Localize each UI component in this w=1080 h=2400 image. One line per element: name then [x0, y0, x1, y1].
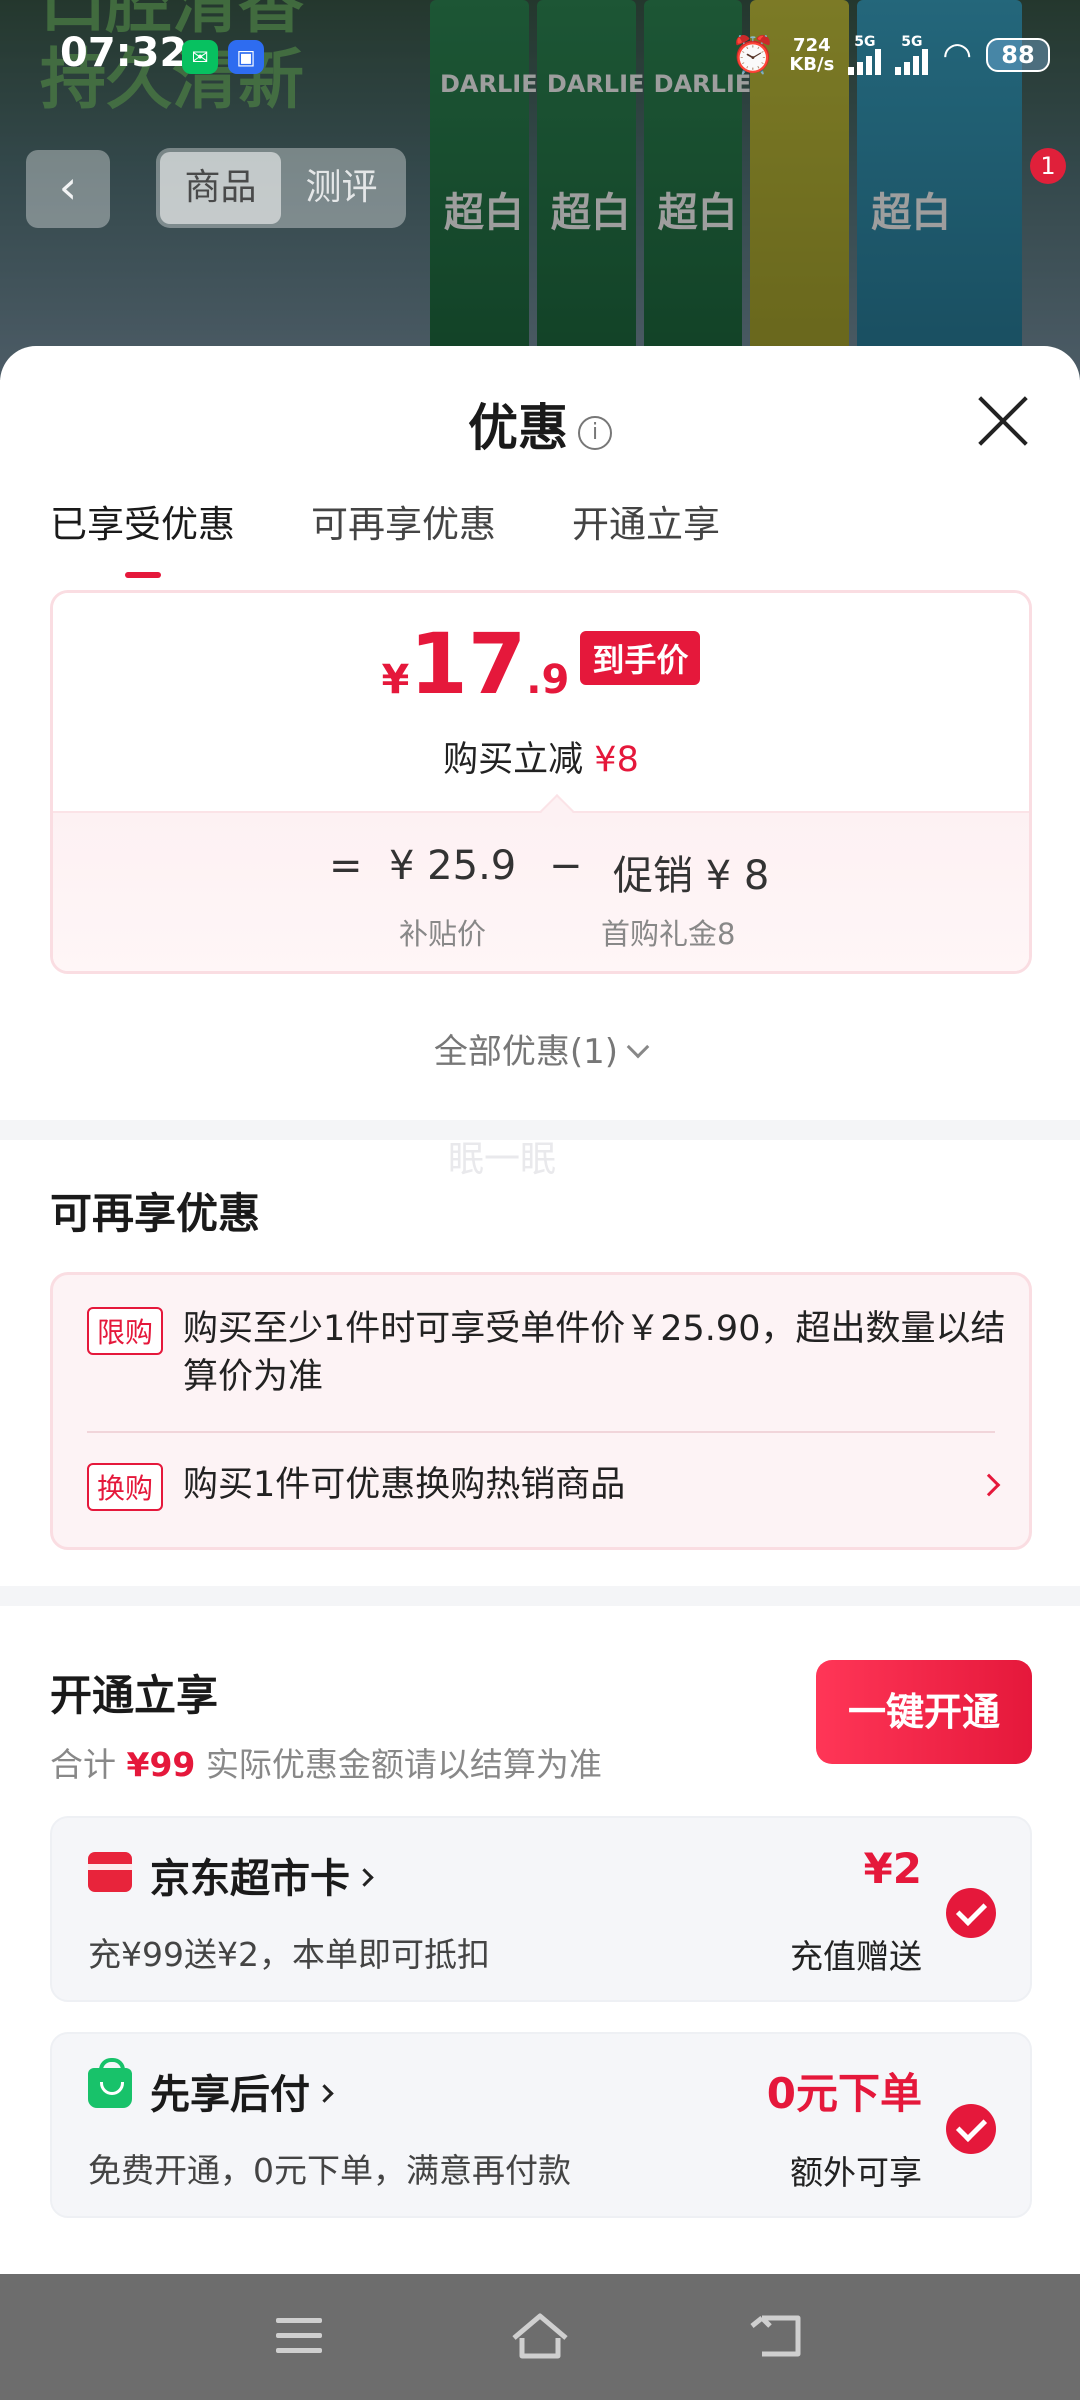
sheet-title: 优惠 i	[0, 388, 1080, 460]
offer-tag: 换购	[87, 1463, 164, 1511]
supermarket-card-offer[interactable]: 京东超市卡 充¥99送¥2，本单即可抵扣 ¥2 充值赠送	[50, 1816, 1032, 2002]
subsidy-label: 补贴价	[399, 917, 487, 951]
offer-item-exchange[interactable]: 换购 购买1件可优惠换购热销商品	[87, 1461, 1007, 1511]
more-offers-title: 可再享优惠	[50, 1189, 261, 1238]
status-time: 07:32	[60, 30, 188, 76]
offer-item: 限购 购买至少1件时可享受单件价￥25.90，超出数量以结算价为准	[87, 1305, 1007, 1401]
minus-sign: −	[549, 843, 583, 889]
chevron-right-icon	[355, 1868, 374, 1887]
one-click-open-button[interactable]: 一键开通	[816, 1660, 1032, 1764]
shopping-bag-icon	[88, 2058, 132, 2108]
all-coupons-toggle[interactable]: 全部优惠(1)	[0, 1024, 1080, 1073]
pay-later-offer[interactable]: 先享后付 免费开通，0元下单，满意再付款 0元下单 额外可享	[50, 2032, 1032, 2218]
offer-name: 先享后付	[150, 2062, 334, 2120]
notification-badge: 1	[1030, 148, 1066, 184]
more-offers-box: 限购 购买至少1件时可享受单件价￥25.90，超出数量以结算价为准 换购 购买1…	[50, 1272, 1032, 1550]
offer-desc: 充¥99送¥2，本单即可抵扣	[88, 1935, 490, 1974]
home-icon[interactable]	[508, 2304, 572, 2368]
offer-name: 京东超市卡	[150, 1846, 374, 1904]
battery-icon: 88	[986, 38, 1050, 72]
offer-value: ¥2	[863, 1844, 922, 1893]
network-speed: 724 KB/s	[789, 35, 835, 75]
price-card: ¥17.9 到手价 购买立减 ¥8 = ¥ 25.9 − 促销 ¥ 8 补贴价 …	[50, 590, 1032, 974]
discount-sheet: 优惠 i 已享受优惠 可再享优惠 开通立享 ¥17.9 到手价 购买立减 ¥8 =…	[0, 346, 1080, 2274]
tab-more-offers[interactable]: 可再享优惠	[311, 494, 496, 578]
menu-icon[interactable]	[268, 2304, 332, 2368]
final-price: ¥17.9 到手价	[53, 615, 1029, 713]
signal-icon: 5G	[848, 35, 882, 75]
wechat-icon: ✉	[182, 40, 218, 74]
product-tabs: 商品 测评	[156, 148, 406, 228]
equals-sign: =	[329, 843, 363, 889]
price-breakdown: = ¥ 25.9 − 促销 ¥ 8 补贴价 首购礼金8	[53, 794, 1029, 971]
open-now-summary: 合计 ¥99 实际优惠金额请以结算为准	[50, 1745, 602, 1784]
chevron-down-icon	[626, 1035, 650, 1059]
status-bar: 07:32 ✉ ▣ ⏰ 724 KB/s 5G 5G ◠ 88	[0, 0, 1080, 110]
tab-enjoyed[interactable]: 已享受优惠	[50, 494, 235, 578]
sheet-header: 优惠 i	[0, 346, 1080, 476]
open-now-title: 开通立享	[50, 1671, 219, 1720]
wifi-icon: ◠	[942, 35, 972, 75]
promo-value: 促销 ¥ 8	[613, 853, 770, 899]
subsidy-price: ¥ 25.9	[389, 843, 517, 889]
offer-value-desc: 充值赠送	[790, 1937, 922, 1976]
signal-icon: 5G	[895, 35, 929, 75]
offer-value: 0元下单	[766, 2069, 922, 2118]
divider	[87, 1431, 995, 1433]
chevron-right-icon	[315, 2084, 334, 2103]
message-app-icon: ▣	[228, 40, 264, 74]
back-icon[interactable]	[748, 2304, 812, 2368]
check-icon[interactable]	[946, 1888, 996, 1938]
offer-desc: 免费开通，0元下单，满意再付款	[88, 2151, 571, 2190]
system-navigation-bar	[0, 2274, 1080, 2400]
tab-open-now[interactable]: 开通立享	[572, 494, 720, 578]
back-button[interactable]: ‹	[26, 150, 110, 228]
alarm-icon: ⏰	[730, 35, 776, 76]
offer-value-desc: 额外可享	[790, 2153, 922, 2192]
price-tag: 到手价	[580, 631, 701, 685]
tab-product[interactable]: 商品	[160, 152, 281, 224]
check-icon[interactable]	[946, 2104, 996, 2154]
divider	[0, 1586, 1080, 1606]
card-icon	[88, 1852, 132, 1892]
watermark: 眠一眠	[448, 1139, 557, 1180]
info-icon[interactable]: i	[578, 416, 612, 450]
close-icon[interactable]	[976, 394, 1030, 448]
offer-tag: 限购	[87, 1307, 164, 1355]
reduce-text: 购买立减 ¥8	[443, 740, 639, 780]
discount-tabs: 已享受优惠 可再享优惠 开通立享	[50, 494, 720, 578]
promo-label: 首购礼金8	[601, 917, 736, 951]
tab-review[interactable]: 测评	[281, 152, 402, 224]
